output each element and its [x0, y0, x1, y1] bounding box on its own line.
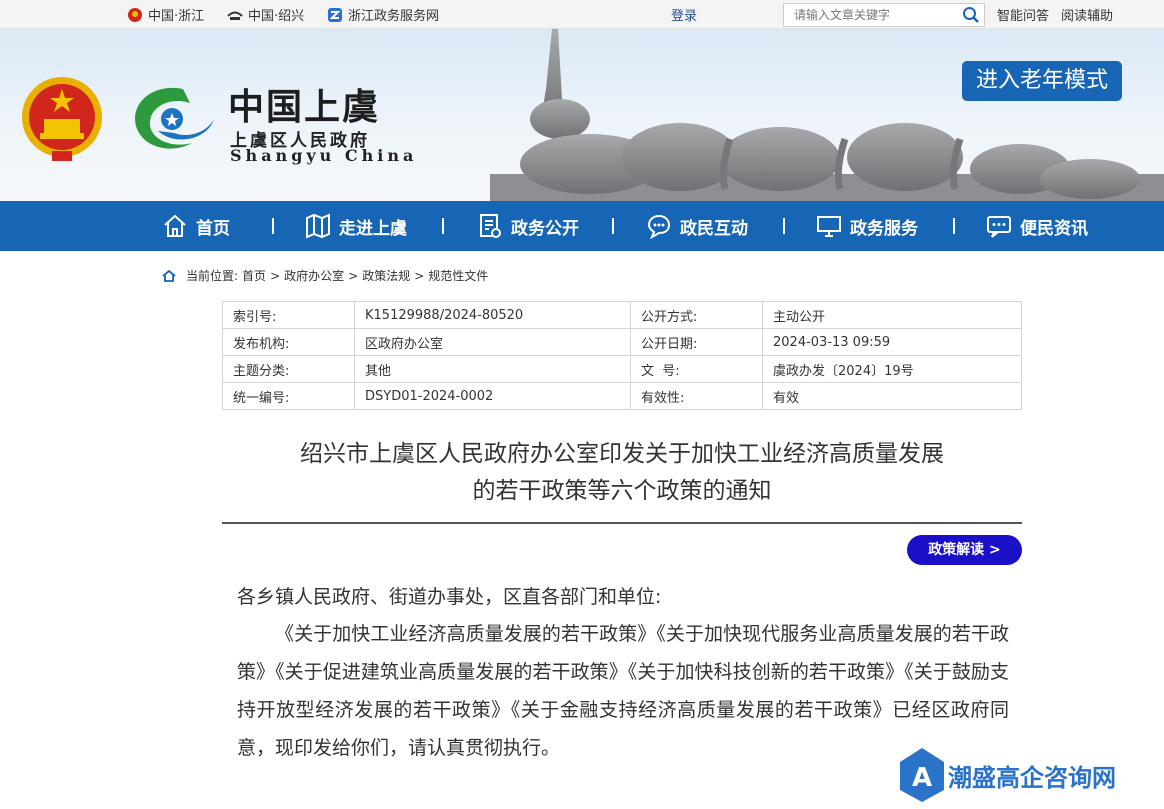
nav-label: 政民互动	[680, 218, 748, 239]
title-line: 的若干政策等六个政策的通知	[472, 478, 772, 504]
meta-key: 主题分类:	[222, 355, 355, 383]
header-banner: 中国上虞 上虞区人民政府 Shangyu China 进入老年模式	[0, 29, 1164, 201]
policy-interpretation-button[interactable]: 政策解读 >	[907, 535, 1022, 565]
nav-divider	[612, 218, 614, 234]
document-meta-table: 索引号: K15129988/2024-80520 公开方式: 主动公开 发布机…	[222, 301, 1022, 410]
nav-label: 政务公开	[511, 218, 579, 239]
link-label: 中国·浙江	[148, 9, 205, 24]
link-zhejiang[interactable]: 中国·浙江	[127, 5, 204, 24]
salutation: 各乡镇人民政府、街道办事处，区直各部门和单位:	[237, 586, 662, 608]
meta-key: 文 号:	[630, 355, 763, 383]
body-paragraph: 《关于加快工业经济高质量发展的若干政策》《关于加快现代服务业高质量发展的若干政策…	[237, 623, 1009, 759]
nav-divider	[442, 218, 444, 234]
nav-label: 便民资讯	[1020, 218, 1088, 239]
message-icon	[987, 216, 1011, 238]
title-divider	[222, 522, 1022, 524]
document-title: 绍兴市上虞区人民政府办公室印发关于加快工业经济高质量发展 的若干政策等六个政策的…	[222, 436, 1022, 510]
breadcrumb-normative[interactable]: 规范性文件	[428, 267, 488, 284]
nav-home[interactable]: 首页	[162, 201, 230, 251]
svg-text:A: A	[912, 763, 932, 793]
nav-gov-services[interactable]: 政务服务	[816, 201, 918, 251]
breadcrumb-prefix: 当前位置:	[186, 269, 239, 283]
breadcrumb-home[interactable]: 首页	[242, 267, 266, 284]
meta-value: DSYD01-2024-0002	[354, 382, 631, 410]
tools: 智能问答 阅读辅助	[997, 5, 1113, 24]
meta-key: 发布机构:	[222, 328, 355, 356]
document-icon	[480, 214, 501, 238]
breadcrumb-separator: >	[348, 268, 359, 283]
elephant-sculpture-image	[490, 29, 1164, 201]
link-label: 浙江政务服务网	[348, 9, 440, 24]
nav-public-info[interactable]: 便民资讯	[986, 201, 1088, 251]
nav-label: 政务服务	[850, 218, 918, 239]
national-emblem-icon	[22, 77, 102, 161]
watermark-text: 潮盛高企咨询网	[948, 763, 1116, 792]
nav-divider	[783, 218, 785, 234]
nav-interaction[interactable]: 政民互动	[646, 201, 748, 251]
main-nav: 首页 走进上虞 政务公开 政民互动 政务服务 便民资讯	[0, 201, 1164, 251]
title-line: 绍兴市上虞区人民政府办公室印发关于加快工业经济高质量发展	[300, 441, 944, 467]
search-icon[interactable]	[962, 6, 980, 24]
meta-value: 主动公开	[762, 301, 1022, 329]
meta-value: 其他	[354, 355, 631, 383]
table-row: 统一编号: DSYD01-2024-0002 有效性: 有效	[222, 382, 1022, 410]
link-label: 中国·绍兴	[248, 9, 305, 24]
chat-icon	[647, 214, 671, 239]
meta-value: 虞政办发〔2024〕19号	[762, 355, 1022, 383]
zjzw-icon	[328, 7, 342, 22]
breadcrumb: 当前位置: 首页 > 政府办公室 > 政策法规 > 规范性文件	[162, 267, 488, 284]
nav-label: 走进上虞	[339, 218, 407, 239]
link-shaoxing[interactable]: 中国·绍兴	[227, 5, 304, 24]
elder-mode-button[interactable]: 进入老年模式	[962, 61, 1122, 101]
link-zjzwfw[interactable]: 浙江政务服务网	[327, 5, 439, 24]
meta-key: 有效性:	[630, 382, 763, 410]
nav-gov-affairs[interactable]: 政务公开	[477, 201, 579, 251]
nav-divider	[272, 218, 274, 234]
login-link[interactable]: 登录	[671, 5, 697, 24]
meta-value: 区政府办公室	[354, 328, 631, 356]
meta-key: 公开日期:	[630, 328, 763, 356]
breadcrumb-office[interactable]: 政府办公室	[284, 267, 344, 284]
meta-key: 统一编号:	[222, 382, 355, 410]
breadcrumb-separator: >	[414, 268, 425, 283]
breadcrumb-separator: >	[270, 268, 281, 283]
search-input[interactable]	[784, 4, 952, 26]
top-bar: 中国·浙江 中国·绍兴 浙江政务服务网 登录 智能问答 阅读辅助	[0, 0, 1164, 29]
meta-value: 有效	[762, 382, 1022, 410]
meta-value: 2024-03-13 09:59	[762, 328, 1022, 356]
nav-divider	[953, 218, 955, 234]
meta-key: 公开方式:	[630, 301, 763, 329]
breadcrumb-policy[interactable]: 政策法规	[362, 267, 410, 284]
smart-qa-link[interactable]: 智能问答	[997, 5, 1049, 24]
table-row: 索引号: K15129988/2024-80520 公开方式: 主动公开	[222, 301, 1022, 329]
home-icon	[164, 214, 186, 237]
table-row: 主题分类: 其他 文 号: 虞政办发〔2024〕19号	[222, 355, 1022, 383]
shaoxing-icon	[227, 11, 243, 20]
logo-english: Shangyu China	[230, 146, 418, 165]
shangyu-logo-icon	[135, 87, 214, 149]
nav-label: 首页	[196, 218, 230, 239]
emblem-icon	[128, 7, 142, 22]
reading-aid-link[interactable]: 阅读辅助	[1061, 5, 1113, 24]
meta-value: K15129988/2024-80520	[354, 301, 631, 329]
logo-title: 中国上虞	[228, 86, 381, 128]
search-box	[783, 3, 985, 27]
nav-about-shangyu[interactable]: 走进上虞	[305, 201, 407, 251]
meta-key: 索引号:	[222, 301, 355, 329]
home-icon	[162, 269, 176, 282]
map-icon	[306, 213, 330, 239]
monitor-icon	[817, 216, 841, 237]
table-row: 发布机构: 区政府办公室 公开日期: 2024-03-13 09:59	[222, 328, 1022, 356]
